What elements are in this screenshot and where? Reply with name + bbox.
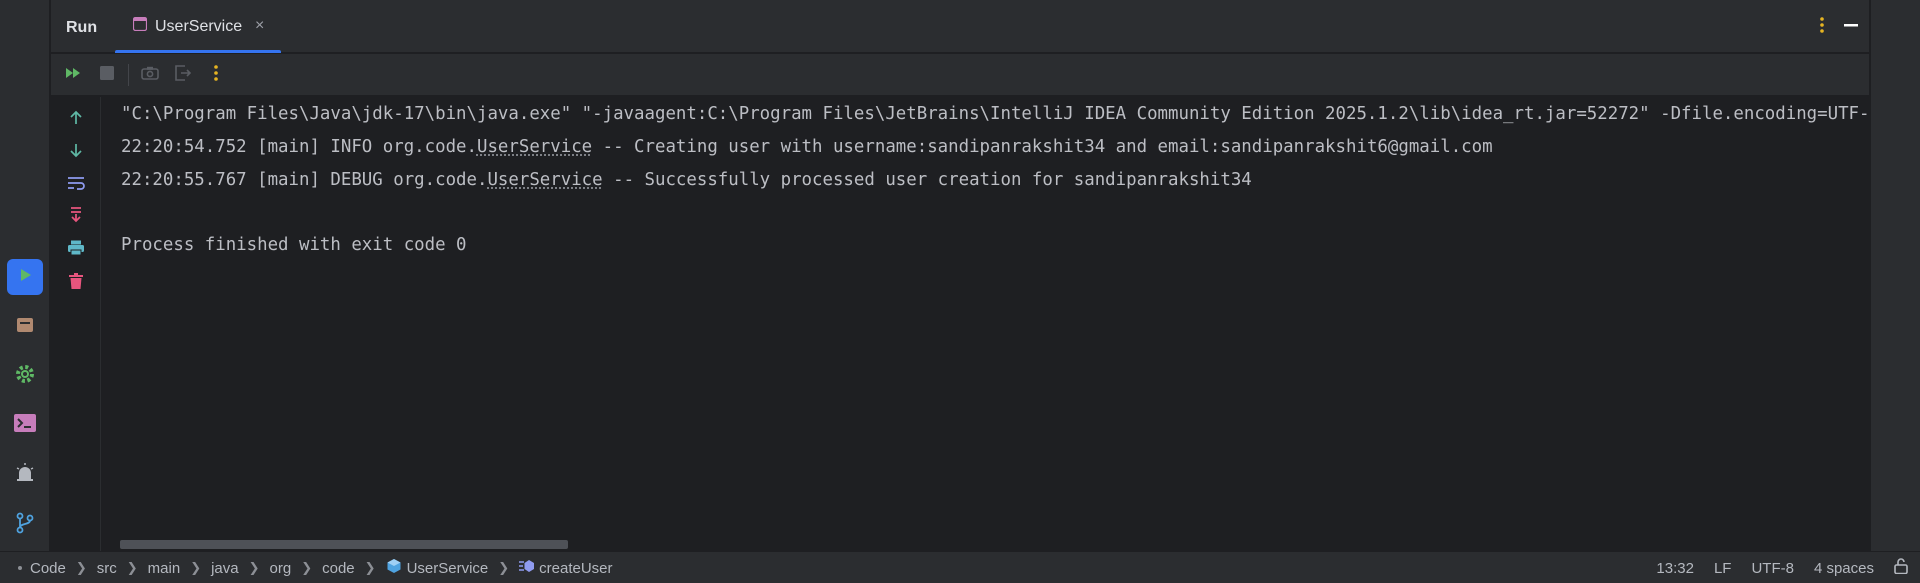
run-tool-button[interactable] [7, 259, 43, 295]
stop-icon [100, 65, 114, 85]
tool-window-title: Run [66, 19, 98, 36]
method-icon [519, 559, 535, 577]
line-separator[interactable]: LF [1714, 560, 1732, 577]
breadcrumb-label: org [269, 559, 292, 577]
close-icon[interactable]: × [255, 18, 264, 34]
console-line: 22:20:54.752 [main] INFO org.code.UserSe… [121, 135, 1493, 159]
chevron-right-icon: ❯ [126, 560, 138, 575]
status-right-widgets: 13:32 LF UTF-8 4 spaces [1656, 552, 1908, 583]
breadcrumb-item-org[interactable]: org [270, 560, 292, 577]
camera-icon [141, 66, 159, 85]
trash-icon [69, 272, 83, 294]
active-tab-indicator [115, 50, 281, 53]
soft-wrap-button[interactable] [65, 174, 87, 196]
breadcrumb-label: code [322, 559, 355, 577]
rerun-button[interactable] [63, 64, 85, 86]
settings-tool-button[interactable] [7, 358, 43, 394]
scroll-up-button[interactable] [65, 109, 87, 131]
horizontal-scrollbar[interactable] [120, 540, 568, 549]
breadcrumb-label: Code [30, 559, 66, 577]
terminal-tool-button[interactable] [7, 407, 43, 443]
dump-threads-button[interactable] [139, 64, 161, 86]
console-tab-icon [132, 16, 148, 36]
chevron-right-icon: ❯ [498, 560, 510, 575]
chevron-right-icon: ❯ [301, 560, 313, 575]
breadcrumb-label: src [96, 559, 117, 577]
indent-setting[interactable]: 4 spaces [1814, 560, 1874, 577]
git-branch-icon [14, 512, 36, 539]
scroll-to-end-button[interactable] [65, 206, 87, 228]
more-vertical-icon [213, 64, 219, 87]
file-encoding[interactable]: UTF-8 [1751, 560, 1794, 577]
chevron-right-icon: ❯ [248, 560, 260, 575]
tab-label: UserService [155, 17, 243, 35]
scroll-to-end-icon [69, 206, 83, 229]
breadcrumb-label: UserService [406, 559, 489, 577]
breadcrumb-item-java[interactable]: java [211, 560, 239, 577]
breadcrumb-item-code-package[interactable]: code [322, 560, 355, 577]
stop-button[interactable] [96, 64, 118, 86]
breadcrumb: Code ❯ src ❯ main ❯ java ❯ org ❯ code ❯ … [18, 552, 613, 583]
chevron-right-icon: ❯ [190, 560, 202, 575]
module-dot-icon [18, 566, 22, 570]
breadcrumb-item-createuser[interactable]: createUser [519, 559, 613, 577]
log-message: -- Successfully processed user creation … [602, 170, 1252, 190]
log-prefix: 22:20:54.752 [main] INFO org.code. [121, 137, 477, 157]
class-icon [386, 558, 402, 578]
exit-button[interactable] [172, 64, 194, 86]
header-actions [1819, 16, 1859, 39]
tab-userservice[interactable]: UserService × [115, 0, 281, 53]
print-button[interactable] [65, 239, 87, 261]
console-line: 22:20:55.767 [main] DEBUG org.code.UserS… [121, 168, 1252, 192]
services-icon [15, 315, 35, 340]
console-gutter [51, 97, 101, 551]
right-tool-stripe [1870, 0, 1920, 551]
class-link[interactable]: UserService [477, 137, 592, 157]
more-actions-button[interactable] [205, 64, 227, 86]
run-toolbar [51, 54, 1869, 96]
services-tool-button[interactable] [7, 309, 43, 345]
print-icon [67, 240, 85, 261]
tool-window-header: Run UserService × [51, 0, 1869, 53]
console-line: "C:\Program Files\Java\jdk-17\bin\java.e… [121, 104, 1869, 124]
breadcrumb-item-main[interactable]: main [148, 560, 181, 577]
gear-icon [14, 363, 36, 390]
console-output[interactable]: "C:\Program Files\Java\jdk-17\bin\java.e… [121, 102, 1869, 542]
breadcrumb-item-code[interactable]: Code [18, 560, 66, 577]
alert-icon [14, 462, 36, 489]
run-icon [16, 266, 34, 289]
status-bar: Code ❯ src ❯ main ❯ java ❯ org ❯ code ❯ … [0, 551, 1920, 583]
chevron-right-icon: ❯ [364, 560, 376, 575]
breadcrumb-label: createUser [539, 559, 613, 577]
git-tool-button[interactable] [7, 507, 43, 543]
chevron-right-icon: ❯ [75, 560, 87, 575]
process-exit-line: Process finished with exit code 0 [121, 235, 467, 255]
unlock-icon[interactable] [1894, 558, 1908, 578]
class-link[interactable]: UserService [487, 170, 602, 190]
problems-tool-button[interactable] [7, 457, 43, 493]
left-tool-stripe [0, 0, 50, 551]
toolbar-separator [128, 64, 129, 86]
more-options-icon[interactable] [1819, 16, 1825, 39]
run-tool-window: Run UserService × "C:\Program Files\Java… [51, 0, 1869, 551]
breadcrumb-label: main [147, 559, 181, 577]
clear-all-button[interactable] [65, 272, 87, 294]
minimize-icon[interactable] [1843, 17, 1859, 38]
log-prefix: 22:20:55.767 [main] DEBUG org.code. [121, 170, 488, 190]
exit-icon [174, 64, 192, 86]
breadcrumb-item-src[interactable]: src [97, 560, 117, 577]
scroll-down-button[interactable] [65, 141, 87, 163]
log-message: -- Creating user with username:sandipanr… [592, 137, 1493, 157]
breadcrumb-item-userservice[interactable]: UserService [386, 558, 489, 578]
soft-wrap-icon [67, 176, 85, 195]
terminal-icon [14, 413, 36, 437]
arrow-down-icon [68, 142, 84, 163]
breadcrumb-label: java [211, 559, 239, 577]
rerun-icon [65, 66, 83, 85]
caret-position[interactable]: 13:32 [1656, 560, 1694, 577]
arrow-up-icon [68, 110, 84, 131]
